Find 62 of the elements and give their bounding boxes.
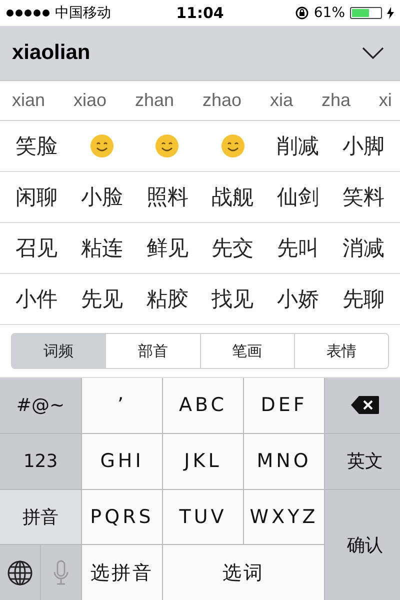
candidate-word[interactable]: 找见 <box>200 285 266 313</box>
battery-percent: 61% <box>314 5 345 21</box>
typed-pinyin: xiaolian <box>12 41 90 65</box>
signal-icon <box>6 9 50 17</box>
candidate-word[interactable]: 先叫 <box>265 234 331 262</box>
smiley-icon[interactable] <box>90 134 114 158</box>
candidate-word[interactable]: 粘连 <box>69 234 135 262</box>
battery-icon <box>350 7 382 19</box>
keyboard-key[interactable]: WXYZ <box>244 490 324 544</box>
candidate-word[interactable]: 削减 <box>265 132 331 160</box>
candidate-word[interactable]: 召见 <box>4 234 70 262</box>
candidate-word[interactable]: 先交 <box>200 234 266 262</box>
globe-key[interactable] <box>0 545 40 600</box>
keyboard-key[interactable]: 123 <box>0 434 81 488</box>
keyboard-key[interactable]: JKL <box>163 434 243 488</box>
keyboard-key[interactable]: 英文 <box>325 434 400 488</box>
keyboard-key[interactable]: 选拼音 <box>82 545 162 600</box>
smiley-icon[interactable] <box>220 134 245 158</box>
candidate-word[interactable]: 战舰 <box>200 183 266 211</box>
keyboard-key[interactable]: GHI <box>82 434 162 488</box>
pinyin-option[interactable]: xi <box>378 90 392 111</box>
candidate-word[interactable]: 先聊 <box>330 285 396 313</box>
keyboard-key[interactable]: 拼音 <box>0 490 81 544</box>
globe-icon <box>7 560 33 586</box>
candidate-word[interactable]: 闲聊 <box>4 183 70 211</box>
candidate-word[interactable]: 消减 <box>330 234 396 262</box>
candidate-word[interactable]: 鲜见 <box>134 234 200 262</box>
status-time: 11:04 <box>176 4 224 22</box>
pinyin-option[interactable]: zhao <box>202 90 242 111</box>
keyboard-key[interactable]: ABC <box>163 378 243 433</box>
candidate-word[interactable]: 小件 <box>4 285 70 313</box>
sort-tab[interactable]: 词频 <box>12 334 106 368</box>
microphone-icon <box>53 560 69 586</box>
backspace-icon <box>350 395 380 416</box>
keyboard-key[interactable]: 选词 <box>163 545 324 600</box>
smiley-icon[interactable] <box>155 134 180 158</box>
carrier-name: 中国移动 <box>55 4 111 22</box>
delete-key[interactable] <box>325 378 400 433</box>
candidate-word[interactable]: 仙剑 <box>265 183 331 211</box>
keyboard-key[interactable]: DEF <box>244 378 324 433</box>
candidate-word[interactable]: 小脚 <box>330 132 396 160</box>
pinyin-option[interactable]: zhan <box>134 90 174 111</box>
candidate-word[interactable]: 小脸 <box>69 183 135 211</box>
keyboard-key[interactable]: MNO <box>244 434 324 488</box>
keyboard-key[interactable]: #@~ <box>0 378 81 433</box>
candidate-word[interactable]: 笑脸 <box>4 132 70 160</box>
rotation-lock-icon <box>294 6 309 20</box>
keyboard-key[interactable]: PQRS <box>82 490 162 544</box>
candidate-word[interactable]: 粘胶 <box>134 285 200 313</box>
candidate-word[interactable]: 笑料 <box>330 183 396 211</box>
candidate-word[interactable]: 先见 <box>69 285 135 313</box>
keyboard-key[interactable]: TUV <box>163 490 243 544</box>
pinyin-option[interactable]: xia <box>270 90 293 111</box>
keyboard-key[interactable]: 确认 <box>325 490 400 600</box>
keyboard-key[interactable]: ’ <box>82 378 162 433</box>
pinyin-option[interactable]: xian <box>12 90 46 111</box>
pinyin-option[interactable]: zha <box>321 90 350 111</box>
candidate-word[interactable]: 照料 <box>134 183 200 211</box>
candidate-word[interactable]: 小娇 <box>265 285 331 313</box>
pinyin-option[interactable]: xiao <box>73 90 107 111</box>
sort-tab[interactable]: 表情 <box>294 334 388 368</box>
chevron-down-icon[interactable] <box>362 47 384 59</box>
